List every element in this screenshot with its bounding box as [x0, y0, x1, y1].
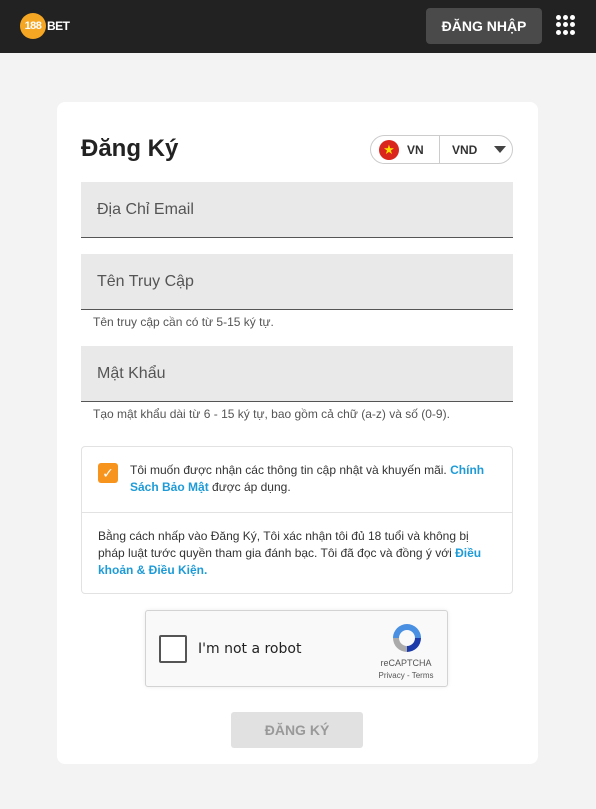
vietnam-flag-icon: ★: [379, 139, 399, 160]
brand-logo[interactable]: 188 BET: [20, 12, 70, 40]
recaptcha-logo-icon: [393, 624, 421, 652]
recaptcha-label: I'm not a robot: [198, 641, 302, 657]
username-field[interactable]: [81, 254, 513, 309]
password-field[interactable]: [81, 346, 513, 401]
page-title: Đăng Ký: [81, 135, 179, 162]
marketing-suffix: được áp dụng.: [212, 480, 291, 494]
recaptcha-brand: reCAPTCHA: [380, 658, 432, 668]
marketing-consent-row: ✓ Tôi muốn được nhận các thông tin cập n…: [82, 447, 512, 513]
password-field-container: [81, 346, 513, 402]
chevron-down-icon: [494, 146, 506, 153]
password-hint: Tạo mật khẩu dài từ 6 - 15 ký tự, bao gồ…: [93, 407, 450, 421]
recaptcha-widget: I'm not a robot reCAPTCHA Privacy - Term…: [145, 610, 448, 687]
recaptcha-terms-link[interactable]: Terms: [412, 671, 434, 680]
recaptcha-checkbox[interactable]: [159, 635, 187, 663]
check-icon: ✓: [102, 464, 114, 481]
apps-grid-icon[interactable]: [556, 15, 576, 35]
top-bar: 188 BET ĐĂNG NHẬP: [0, 0, 596, 53]
terms-text: Bằng cách nhấp vào Đăng Ký, Tôi xác nhận…: [98, 529, 469, 560]
logo-icon: 188: [20, 13, 46, 39]
marketing-text: Tôi muốn được nhận các thông tin cập nhậ…: [130, 463, 447, 477]
recaptcha-links: Privacy - Terms: [370, 671, 442, 680]
language-code: VN: [407, 142, 424, 157]
register-submit-button[interactable]: ĐĂNG KÝ: [231, 712, 363, 748]
login-button[interactable]: ĐĂNG NHẬP: [426, 8, 542, 44]
recaptcha-links-separator: -: [404, 671, 412, 680]
locale-divider: [439, 136, 440, 163]
username-hint: Tên truy cập cần có từ 5-15 ký tự.: [93, 315, 274, 329]
locale-selector[interactable]: ★ VN VND: [370, 135, 513, 164]
email-field[interactable]: [81, 182, 513, 237]
currency-code: VND: [452, 142, 478, 157]
marketing-consent-text: Tôi muốn được nhận các thông tin cập nhậ…: [130, 462, 500, 496]
username-field-container: [81, 254, 513, 310]
consent-box: ✓ Tôi muốn được nhận các thông tin cập n…: [81, 446, 513, 594]
recaptcha-privacy-link[interactable]: Privacy: [379, 671, 405, 680]
marketing-checkbox[interactable]: ✓: [98, 463, 118, 483]
terms-consent-text: Bằng cách nhấp vào Đăng Ký, Tôi xác nhận…: [98, 528, 498, 579]
email-field-container: [81, 182, 513, 238]
registration-card: Đăng Ký ★ VN VND Tên truy cập cần có từ …: [57, 102, 538, 764]
logo-text: BET: [47, 19, 70, 33]
